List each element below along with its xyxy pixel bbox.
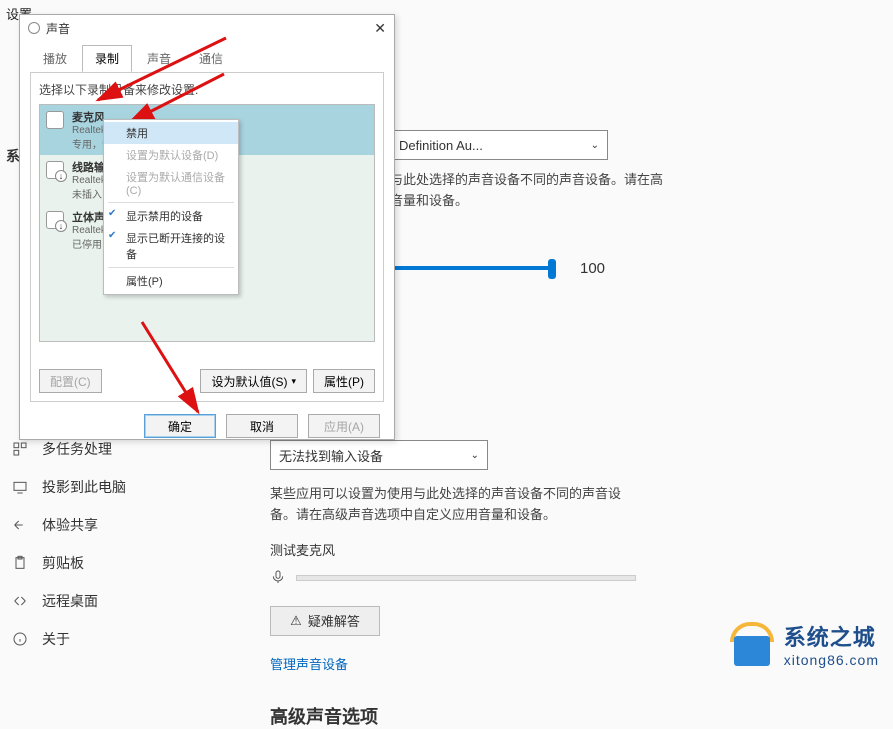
output-description: 与此处选择的声音设备不同的声音设备。请在高 音量和设备。 (390, 170, 760, 212)
advanced-sound-header: 高级声音选项 (270, 703, 873, 729)
test-mic-label: 测试麦克风 (270, 540, 873, 559)
troubleshoot-label: 疑难解答 (308, 611, 360, 630)
ok-button[interactable]: 确定 (144, 414, 216, 438)
input-device-value: 无法找到输入设备 (279, 446, 383, 465)
check-icon: ✔ (108, 230, 116, 241)
input-description: 某些应用可以设置为使用与此处选择的声音设备不同的声音设备。请在高级声音选项中自定… (270, 484, 640, 526)
ctx-show-disconnected[interactable]: ✔ 显示已断开连接的设备 (104, 227, 238, 265)
sidebar-item-about[interactable]: 关于 (8, 620, 240, 658)
share-icon (12, 517, 28, 533)
watermark-url: xitong86.com (784, 652, 879, 668)
input-section: 无法找到输入设备 ⌄ 某些应用可以设置为使用与此处选择的声音设备不同的声音设备。… (270, 440, 873, 729)
watermark-title: 系统之城 (784, 620, 879, 652)
slider-thumb[interactable] (548, 259, 556, 279)
device-context-menu: 禁用 设置为默认设备(D) 设置为默认通信设备(C) ✔ 显示禁用的设备 ✔ 显… (103, 119, 239, 295)
watermark: 系统之城 xitong86.com (730, 620, 879, 668)
volume-value: 100 (580, 260, 605, 277)
chevron-down-icon: ⌄ (471, 450, 479, 461)
microphone-icon (270, 569, 286, 588)
dialog-instruction: 选择以下录制设备来修改设置: (39, 81, 375, 98)
sidebar-label: 关于 (42, 629, 70, 649)
set-default-button[interactable]: 设为默认值(S) (200, 369, 307, 393)
check-icon: ✔ (108, 208, 116, 219)
tab-recording[interactable]: 录制 (82, 45, 132, 72)
ctx-set-default-comm-device[interactable]: 设置为默认通信设备(C) (104, 166, 238, 200)
sidebar-label: 体验共享 (42, 515, 98, 535)
configure-button[interactable]: 配置(C) (39, 369, 102, 393)
sidebar-item-remote-desktop[interactable]: 远程桌面 (8, 582, 240, 620)
properties-button[interactable]: 属性(P) (313, 369, 375, 393)
ctx-show-disabled[interactable]: ✔ 显示禁用的设备 (104, 205, 238, 227)
cancel-button[interactable]: 取消 (226, 414, 298, 438)
ctx-disable[interactable]: 禁用 (104, 122, 238, 144)
ctx-set-default-device[interactable]: 设置为默认设备(D) (104, 144, 238, 166)
sidebar-label: 剪贴板 (42, 553, 84, 573)
mic-device-icon (46, 111, 64, 129)
sidebar-label: 远程桌面 (42, 591, 98, 611)
remote-icon (12, 593, 28, 609)
sound-dialog-icon (28, 22, 40, 34)
chevron-down-icon: ⌄ (591, 140, 599, 151)
troubleshoot-button[interactable]: ⚠ 疑难解答 (270, 606, 380, 636)
project-icon (12, 479, 28, 495)
tab-playback[interactable]: 播放 (30, 45, 80, 72)
info-icon (12, 631, 28, 647)
sidebar-item-projecting[interactable]: 投影到此电脑 (8, 468, 240, 506)
dialog-tabs: 播放 录制 声音 通信 (20, 41, 394, 72)
warning-icon: ⚠ (290, 613, 302, 629)
output-device-value: Definition Au... (399, 138, 483, 153)
dialog-title: 声音 (46, 20, 70, 37)
tab-sounds[interactable]: 声音 (134, 45, 184, 72)
clipboard-icon (12, 555, 28, 571)
sidebar-item-shared-experiences[interactable]: 体验共享 (8, 506, 240, 544)
mic-level-bar (296, 575, 636, 581)
sidebar-label: 投影到此电脑 (42, 477, 126, 497)
watermark-logo-icon (730, 622, 774, 666)
close-button[interactable]: ✕ (374, 20, 386, 37)
stereomix-device-icon (46, 211, 64, 229)
linein-device-icon (46, 161, 64, 179)
sidebar-item-clipboard[interactable]: 剪贴板 (8, 544, 240, 582)
tab-communications[interactable]: 通信 (186, 45, 236, 72)
apply-button[interactable]: 应用(A) (308, 414, 380, 438)
manage-sound-devices-link[interactable]: 管理声音设备 (270, 654, 348, 673)
output-device-dropdown[interactable]: Definition Au... ⌄ (390, 130, 608, 160)
ctx-properties[interactable]: 属性(P) (104, 270, 238, 292)
